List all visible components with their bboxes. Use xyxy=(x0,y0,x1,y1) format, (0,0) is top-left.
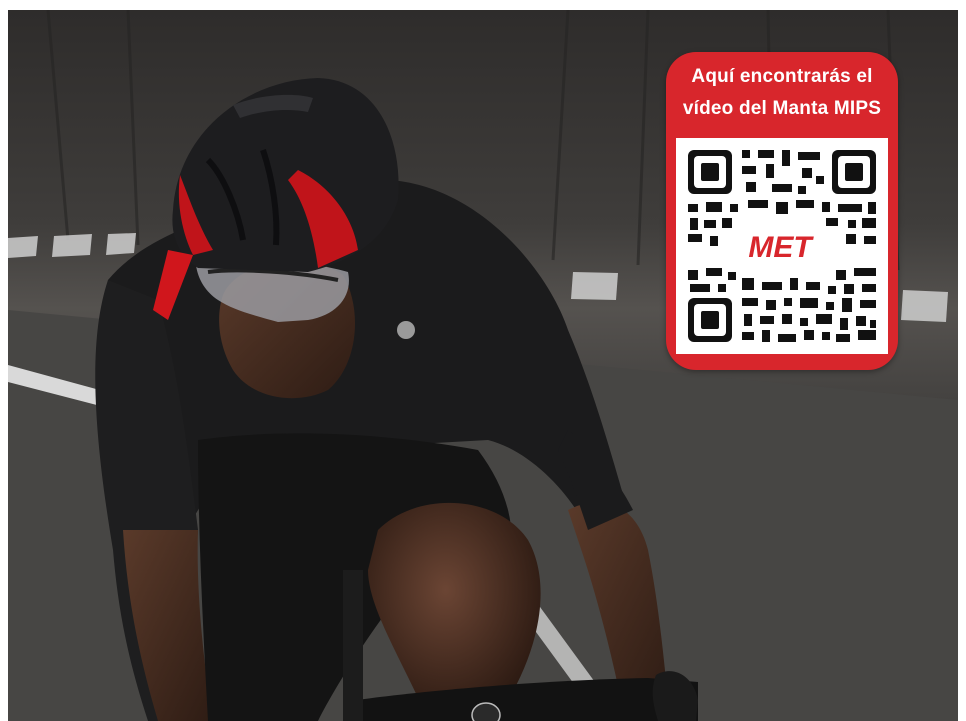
qr-code[interactable]: MET xyxy=(676,138,888,354)
photo-frame: Aquí encontrarás el vídeo del Manta MIPS xyxy=(8,10,958,721)
qr-code-card[interactable]: Aquí encontrarás el vídeo del Manta MIPS xyxy=(666,52,898,370)
qr-card-title-line2: vídeo del Manta MIPS xyxy=(682,98,882,119)
svg-text:MET: MET xyxy=(748,231,814,264)
qr-card-title-line1: Aquí encontrarás el xyxy=(691,66,873,87)
met-logo-icon: MET xyxy=(722,231,840,264)
